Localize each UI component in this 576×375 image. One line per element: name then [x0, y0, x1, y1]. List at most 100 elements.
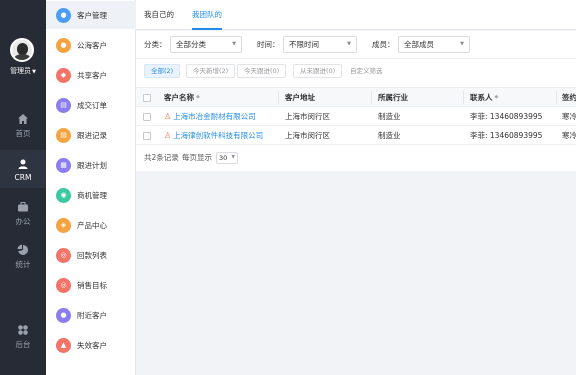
menu-item-label: 失效客户 — [77, 340, 107, 350]
rail-label: CRM — [14, 173, 32, 182]
row-checkbox[interactable] — [143, 113, 151, 121]
rail-label: 办公 — [15, 217, 31, 226]
member-select[interactable]: 全部成员 ▼ — [398, 36, 470, 53]
rail-label: 后台 — [15, 340, 31, 349]
customer-address: 上海市闵行区 — [285, 112, 330, 121]
time-select[interactable]: 不限时间 ▼ — [283, 36, 357, 53]
customer-name-link[interactable]: 上海市冶金耐材有限公司 — [173, 111, 256, 122]
menu-item-customers[interactable]: ● 客户管理 — [46, 1, 136, 29]
warning-icon: ▲ — [56, 337, 71, 353]
plan-icon: ▦ — [56, 157, 71, 173]
rail-label: 首页 — [15, 129, 31, 138]
menu-item-follow-plans[interactable]: ▦ 跟进计划 — [46, 151, 136, 179]
tab-team[interactable]: 我团队的 — [192, 0, 222, 30]
briefcase-icon — [18, 202, 28, 212]
target-icon: ◎ — [56, 277, 71, 293]
table-row[interactable]: ♙ 上海律创软件科技有限公司 上海市闵行区 制造业 李菲: 1346089399… — [136, 127, 576, 145]
rail-item-admin[interactable]: 后台 — [0, 316, 46, 354]
location-icon: ● — [56, 307, 71, 323]
rail-item-home[interactable]: 首页 — [0, 105, 46, 143]
main-content: 我自己的 我团队的 分类： 全部分类 ▼ 时间： 不限时间 ▼ 成员： 全部成员… — [136, 0, 576, 375]
order-icon: ▤ — [56, 97, 71, 113]
quick-filter-chips: 全部(2) 今天新增(2) 今天跟进(0) 从未跟进(0) 自定义筛选 — [136, 64, 576, 78]
chip-new-today[interactable]: 今天新增(2) — [186, 64, 236, 78]
chevron-down-icon: ▼ — [232, 41, 236, 47]
menu-item-label: 公海客户 — [77, 40, 107, 50]
chip-never-followed[interactable]: 从未跟进(0) — [293, 64, 343, 78]
home-icon — [18, 114, 28, 124]
menu-item-orders[interactable]: ▤ 成交订单 — [46, 91, 136, 119]
person-icon: ♙ — [164, 131, 172, 140]
menu-item-opportunities[interactable]: ◉ 商机管理 — [46, 181, 136, 209]
menu-item-label: 成交订单 — [77, 100, 107, 110]
caret-down-icon: ▼ — [32, 69, 36, 75]
customer-sign: 寒冷 — [562, 131, 576, 140]
col-header-name[interactable]: 客户名称 ◆ — [164, 88, 274, 106]
chip-all[interactable]: 全部(2) — [144, 64, 181, 78]
person-icon: ● — [56, 37, 71, 53]
menu-item-nearby-customers[interactable]: ● 附近客户 — [46, 301, 136, 329]
time-label: 时间： — [257, 40, 280, 49]
menu-item-products[interactable]: ◈ 产品中心 — [46, 211, 136, 239]
pagination: 共2条记录 每页显示 30 ▼ — [136, 150, 576, 166]
customer-name-link[interactable]: 上海律创软件科技有限公司 — [173, 130, 263, 141]
category-select[interactable]: 全部分类 ▼ — [170, 36, 242, 53]
menu-item-label: 跟进记录 — [77, 130, 107, 140]
customer-sign: 寒冷 — [562, 112, 576, 121]
chevron-down-icon: ▼ — [347, 41, 351, 47]
menu-item-label: 产品中心 — [77, 220, 107, 230]
menu-item-follow-records[interactable]: ▤ 跟进记录 — [46, 121, 136, 149]
menu-item-label: 共享客户 — [77, 70, 107, 80]
crm-menu: ● 客户管理 ● 公海客户 ◆ 共享客户 ▤ 成交订单 ▤ 跟进记录 ▦ 跟进计… — [46, 0, 136, 375]
member-label: 成员： — [372, 40, 395, 49]
total-records: 共2条记录 — [144, 153, 179, 162]
table-row[interactable]: ♙ 上海市冶金耐材有限公司 上海市闵行区 制造业 李菲: 13460893995… — [136, 108, 576, 126]
col-header-contact[interactable]: 联系人 ◆ — [470, 88, 550, 106]
customer-contact: 李菲: 13460893995 — [470, 131, 543, 140]
col-header-sign[interactable]: 签约 — [562, 88, 576, 106]
user-menu[interactable]: 管理员▼ — [0, 66, 46, 76]
customer-industry: 制造业 — [378, 131, 401, 140]
menu-item-shared-customers[interactable]: ◆ 共享客户 — [46, 61, 136, 89]
menu-item-label: 商机管理 — [77, 190, 107, 200]
filter-row: 分类： 全部分类 ▼ 时间： 不限时间 ▼ 成员： 全部成员 ▼ — [136, 36, 576, 54]
customer-contact: 李菲: 13460893995 — [470, 112, 543, 121]
custom-filter-link[interactable]: 自定义筛选 — [350, 64, 383, 78]
rail-label: 统计 — [15, 260, 31, 269]
menu-item-label: 附近客户 — [77, 310, 107, 320]
rail-item-stats[interactable]: 统计 — [0, 236, 46, 274]
payment-icon: ◎ — [56, 247, 71, 263]
per-page-select[interactable]: 30 ▼ — [216, 152, 238, 164]
row-checkbox[interactable] — [143, 132, 151, 140]
avatar[interactable] — [10, 38, 34, 62]
user-name: 管理员 — [10, 67, 32, 75]
select-all-checkbox[interactable] — [143, 94, 151, 102]
record-icon: ▤ — [56, 127, 71, 143]
grid-icon — [18, 325, 28, 335]
divider — [136, 58, 576, 59]
col-header-industry[interactable]: 所属行业 — [378, 88, 458, 106]
member-value: 全部成员 — [404, 40, 434, 49]
menu-item-payments[interactable]: ◎ 回款列表 — [46, 241, 136, 269]
rail-item-office[interactable]: 办公 — [0, 193, 46, 231]
col-header-address[interactable]: 客户地址 — [285, 88, 365, 106]
tab-mine[interactable]: 我自己的 — [144, 0, 174, 30]
rail-item-crm[interactable]: CRM — [0, 150, 46, 188]
user-icon: ● — [56, 7, 71, 23]
category-label: 分类： — [144, 40, 167, 49]
chevron-down-icon: ▼ — [231, 155, 235, 160]
tabs-bar: 我自己的 我团队的 — [136, 0, 576, 30]
table-header: 客户名称 ◆ 客户地址 所属行业 联系人 ◆ 签约 — [136, 87, 576, 107]
chip-followed-today[interactable]: 今天跟进(0) — [237, 64, 287, 78]
product-icon: ◈ — [56, 217, 71, 233]
chevron-down-icon: ▼ — [460, 41, 464, 47]
time-value: 不限时间 — [289, 40, 319, 49]
customer-address: 上海市闵行区 — [285, 131, 330, 140]
menu-item-public-customers[interactable]: ● 公海客户 — [46, 31, 136, 59]
left-rail: 管理员▼ 首页 CRM 办公 统计 后台 — [0, 0, 46, 375]
menu-item-invalid-customers[interactable]: ▲ 失效客户 — [46, 331, 136, 359]
category-value: 全部分类 — [176, 40, 206, 49]
menu-item-sales-targets[interactable]: ◎ 销售目标 — [46, 271, 136, 299]
menu-item-label: 回款列表 — [77, 250, 107, 260]
person-icon: ♙ — [164, 112, 172, 121]
